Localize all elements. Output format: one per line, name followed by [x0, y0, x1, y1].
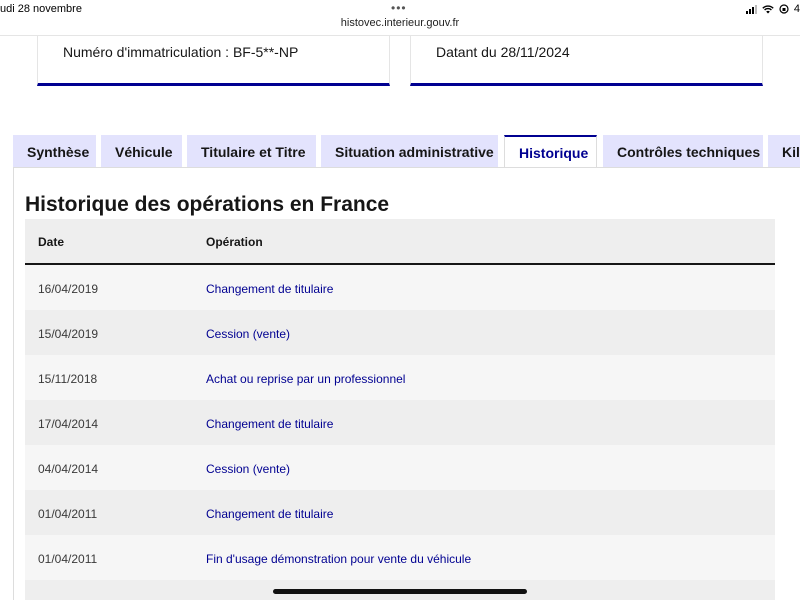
status-date: udi 28 novembre [0, 3, 82, 15]
cell-operation: Changement de titulaire [206, 507, 334, 521]
browser-url[interactable]: histovec.interieur.gouv.fr [0, 17, 800, 29]
cell-operation: Changement de titulaire [206, 282, 334, 296]
column-header-date: Date [38, 235, 65, 249]
cell-date: 15/11/2018 [38, 372, 98, 386]
section-title: Historique des opérations en France [25, 193, 390, 216]
table-row: 15/11/2018 Achat ou reprise par un profe… [25, 355, 775, 400]
registration-card: Numéro d'immatriculation : BF-5**-NP [37, 36, 390, 86]
cell-date: 17/04/2014 [38, 417, 99, 431]
cell-date: 01/04/2011 [38, 507, 98, 521]
tab-historique[interactable]: Historique [504, 135, 597, 169]
tab-bar: Synthèse Véhicule Titulaire et Titre Sit… [0, 135, 800, 169]
cell-operation: Cession (vente) [206, 327, 291, 341]
table-row: 16/04/2019 Changement de titulaire [25, 265, 775, 310]
table-row: 15/04/2019 Cession (vente) [25, 310, 775, 355]
home-indicator[interactable] [273, 589, 527, 594]
cell-operation: Achat ou reprise par un professionnel [206, 372, 406, 386]
cell-date: 16/04/2019 [38, 282, 99, 296]
cell-date: 15/04/2019 [38, 327, 99, 341]
cellular-signal-icon [745, 4, 757, 14]
cell-date: 04/04/2014 [38, 462, 99, 476]
ios-status-bar: udi 28 novembre ••• histovec.interieur.g… [0, 0, 800, 29]
battery-level: 4 [793, 3, 800, 15]
multitask-dots-icon[interactable]: ••• [391, 1, 407, 15]
report-date-card: Datant du 28/11/2024 [410, 36, 763, 86]
table-row: 01/04/2011 Fin d'usage démonstration pou… [25, 535, 775, 580]
tab-controles-techniques[interactable]: Contrôles techniques [603, 135, 763, 168]
table-row: 17/04/2014 Changement de titulaire [25, 400, 775, 445]
operations-table: Date Opération 16/04/2019 Changement de … [25, 219, 775, 600]
cell-operation: Changement de titulaire [206, 417, 334, 431]
tab-synthese[interactable]: Synthèse [13, 135, 96, 168]
column-header-operation: Opération [206, 235, 263, 249]
report-date: Datant du 28/11/2024 [436, 44, 570, 60]
wifi-icon [762, 4, 774, 13]
tab-kilometrage[interactable]: Kilo [768, 135, 800, 168]
registration-number: Numéro d'immatriculation : BF-5**-NP [63, 44, 299, 60]
tab-situation-administrative[interactable]: Situation administrative [321, 135, 498, 168]
tab-vehicule[interactable]: Véhicule [101, 135, 182, 168]
tab-titulaire-et-titre[interactable]: Titulaire et Titre [187, 135, 316, 168]
orientation-lock-icon [779, 4, 789, 14]
table-row: 04/04/2014 Cession (vente) [25, 445, 775, 490]
cell-operation: Fin d'usage démonstration pour vente du … [206, 552, 472, 566]
table-header: Date Opération [25, 219, 775, 265]
table-row: 01/04/2011 Changement de titulaire [25, 490, 775, 535]
cell-date: 01/04/2011 [38, 552, 98, 566]
cell-operation: Cession (vente) [206, 462, 291, 476]
system-indicators: 4 [745, 3, 800, 15]
